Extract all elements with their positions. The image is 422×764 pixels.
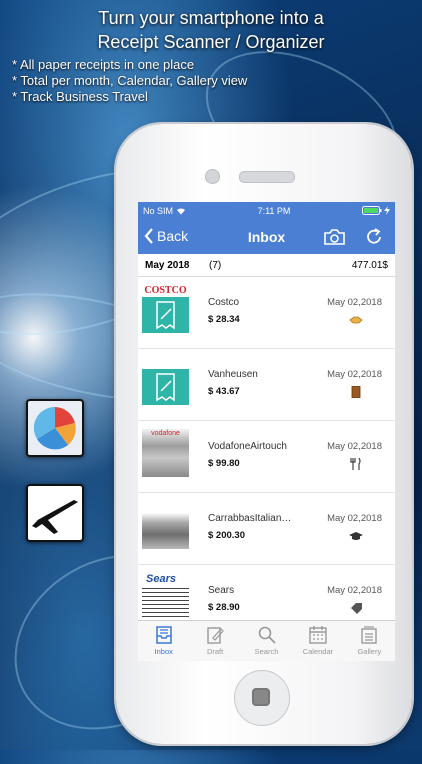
status-bar: No SIM 7:11 PM — [138, 202, 395, 219]
tab-label: Gallery — [357, 647, 382, 656]
battery-icon — [362, 206, 382, 215]
receipt-thumbnail: vodafone — [142, 429, 189, 477]
tab-label: Search — [254, 647, 279, 656]
tab-search[interactable]: Search — [241, 621, 292, 661]
receipt-row[interactable]: Vanheusen $ 43.67 May 02,2018 — [138, 349, 395, 421]
receipt-merchant: Sears — [208, 585, 235, 596]
receipt-amount: $ 28.90 — [208, 602, 240, 613]
tab-label: Inbox — [154, 647, 173, 656]
receipt-date: May 02,2018 — [327, 441, 382, 452]
search-icon — [258, 626, 276, 644]
receipt-placeholder-icon — [142, 369, 189, 405]
costco-logo: COSTCO — [142, 285, 189, 297]
headline-line-2: Receipt Scanner / Organizer — [97, 32, 325, 52]
vodafone-logo: vodafone — [151, 430, 180, 437]
receipt-amount: $ 200.30 — [208, 530, 245, 541]
feature-item: * Track Business Travel — [12, 89, 148, 104]
feature-item: * All paper receipts in one place — [12, 57, 195, 72]
camera-button[interactable] — [324, 229, 345, 245]
receipt-row[interactable]: CarrabbasItalian… $ 200.30 May 02,2018 — [138, 493, 395, 565]
tab-calendar[interactable]: Calendar — [292, 621, 343, 661]
receipt-amount: $ 28.34 — [208, 314, 240, 325]
receipt-date: May 02,2018 — [327, 369, 382, 380]
month-label: May 2018 — [145, 259, 190, 271]
receipt-thumbnail: Sears — [142, 573, 189, 621]
receipt-merchant: Costco — [208, 297, 240, 308]
receipt-date: May 02,2018 — [327, 297, 382, 308]
receipt-amount: $ 43.67 — [208, 386, 240, 397]
receipt-count: (7) — [209, 259, 222, 271]
navigation-bar: Back Inbox — [138, 219, 395, 254]
tab-label: Draft — [206, 647, 224, 656]
wifi-icon — [177, 207, 186, 214]
page-title: Inbox — [247, 229, 286, 245]
inbox-icon — [155, 626, 172, 644]
headline: Turn your smartphone into a Receipt Scan… — [0, 6, 422, 54]
tab-draft[interactable]: Draft — [189, 621, 240, 661]
receipt-placeholder-icon — [142, 297, 189, 333]
receipt-thumbnail — [142, 501, 189, 549]
receipt-merchant: Vanheusen — [208, 369, 258, 380]
receipt-row[interactable]: vodafone VodafoneAirtouch $ 99.80 May 02… — [138, 421, 395, 493]
tab-bar: Inbox Draft Search Calendar Gallery — [138, 620, 395, 661]
front-camera — [205, 169, 220, 184]
book-icon — [351, 386, 361, 398]
charging-icon — [384, 206, 390, 215]
app-screen: No SIM 7:11 PM Back Inbox May 2018 (7) 4… — [138, 202, 395, 661]
receipt-date: May 02,2018 — [327, 585, 382, 596]
headline-line-1: Turn your smartphone into a — [98, 8, 324, 28]
refresh-button[interactable] — [366, 228, 383, 245]
carrier-label: No SIM — [143, 205, 174, 216]
airplane-icon — [26, 484, 84, 542]
pie-chart-icon — [26, 399, 84, 457]
fork-knife-icon — [350, 458, 361, 470]
tab-inbox[interactable]: Inbox — [138, 621, 189, 661]
earpiece-speaker — [239, 171, 295, 183]
receipt-amount: $ 99.80 — [208, 458, 240, 469]
receipt-merchant: CarrabbasItalian… — [208, 513, 292, 524]
receipt-thumbnail — [142, 357, 189, 405]
graduation-cap-icon — [349, 532, 363, 540]
tab-gallery[interactable]: Gallery — [344, 621, 395, 661]
month-summary: May 2018 (7) 477.01$ — [138, 254, 395, 277]
draft-icon — [207, 627, 224, 644]
home-button-icon — [252, 688, 270, 706]
receipt-merchant: VodafoneAirtouch — [208, 441, 287, 452]
receipt-date: May 02,2018 — [327, 513, 382, 524]
feature-list: * All paper receipts in one place * Tota… — [12, 57, 247, 105]
tab-label: Calendar — [302, 647, 334, 656]
status-time: 7:11 PM — [257, 205, 291, 216]
feature-item: * Total per month, Calendar, Gallery vie… — [12, 73, 248, 88]
calendar-icon — [309, 626, 327, 644]
tag-icon — [351, 603, 362, 614]
handshake-icon — [349, 316, 363, 324]
receipt-row[interactable]: COSTCO Costco $ 28.34 May 02,2018 — [138, 277, 395, 349]
gallery-icon — [361, 626, 378, 644]
receipt-thumbnail: COSTCO — [142, 285, 189, 333]
month-total: 477.01$ — [351, 259, 388, 271]
sears-logo: Sears — [142, 573, 189, 585]
